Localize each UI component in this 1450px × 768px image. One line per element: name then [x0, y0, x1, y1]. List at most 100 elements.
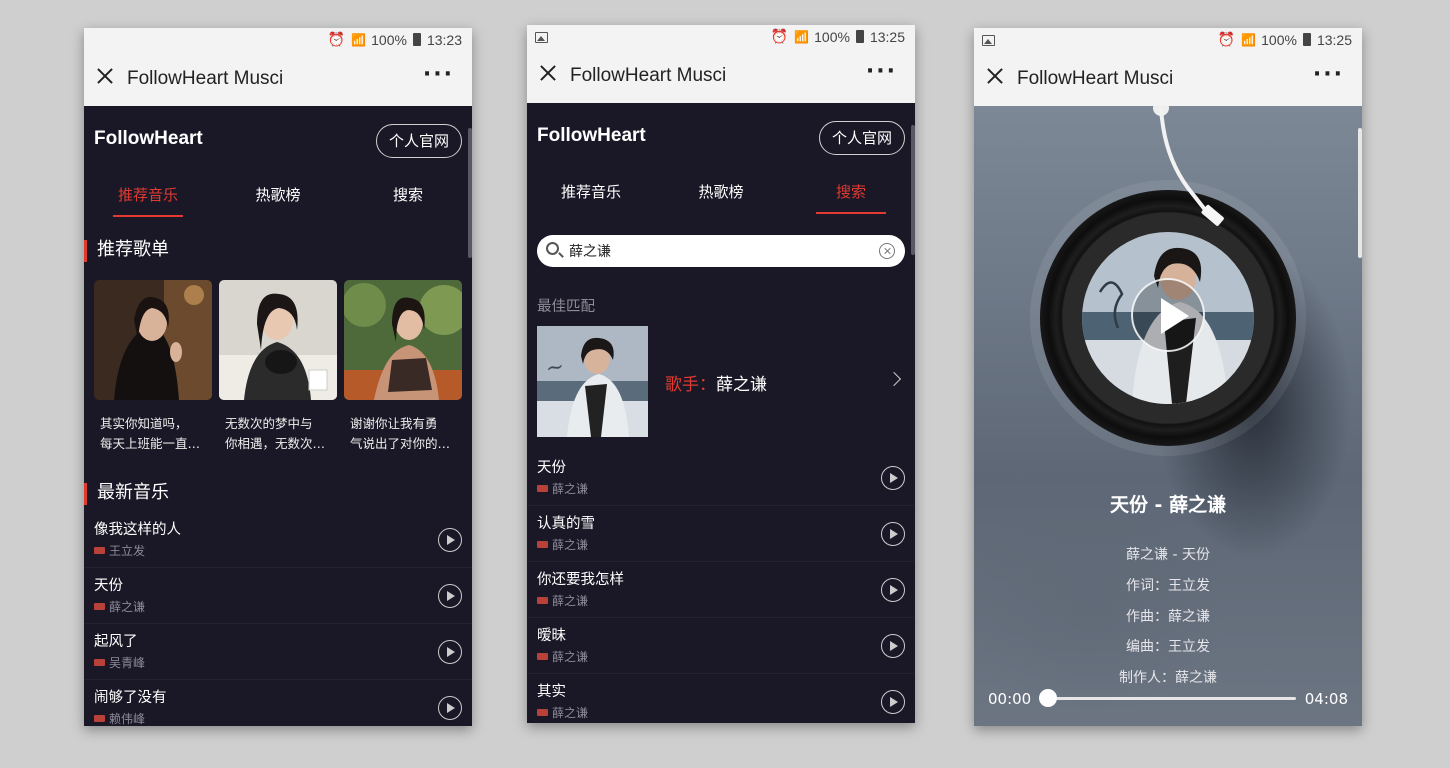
signal-icon: 📶: [794, 29, 809, 44]
play-circle-icon[interactable]: [438, 528, 462, 552]
playlist-caption-line: 气说出了对你的…: [350, 436, 451, 451]
sq-badge-icon: [537, 709, 548, 716]
playlist-caption-line: 谢谢你让我有勇: [350, 416, 438, 431]
play-circle-icon[interactable]: [881, 690, 905, 714]
song-title: 起风了: [94, 634, 138, 650]
more-menu-icon[interactable]: ···: [1313, 62, 1344, 87]
close-icon[interactable]: [537, 62, 559, 84]
best-match-prefix: 歌手：: [665, 375, 716, 395]
battery-icon: [855, 30, 864, 43]
artist-photo: ~: [537, 326, 648, 437]
playlist-card[interactable]: 其实你知道吗， 每天上班能一直…: [94, 280, 212, 454]
play-circle-icon[interactable]: [881, 466, 905, 490]
progress-knob[interactable]: [1039, 689, 1057, 707]
tab-hot-songs[interactable]: 热歌榜: [218, 184, 338, 205]
battery-icon: [412, 33, 421, 46]
play-circle-icon[interactable]: [881, 522, 905, 546]
song-title: 像我这样的人: [94, 522, 181, 538]
tab-label: 推荐音乐: [117, 186, 178, 204]
song-row[interactable]: 其实 薛之谦: [527, 674, 915, 723]
song-row[interactable]: 天份 薛之谦: [527, 450, 915, 506]
play-circle-icon[interactable]: [438, 584, 462, 608]
clock: 13:25: [869, 28, 905, 45]
active-tab-underline: [113, 215, 183, 217]
chevron-right-icon: [886, 371, 902, 387]
image-notification-icon: [535, 32, 548, 43]
song-artist: 薛之谦: [537, 536, 588, 553]
playlist-caption-line: 其实你知道吗，: [100, 416, 188, 431]
tab-search[interactable]: 搜索: [791, 181, 911, 214]
alarm-icon: ⏰: [1217, 31, 1236, 47]
song-title: 天份: [94, 578, 123, 594]
tab-label: 热歌榜: [255, 186, 301, 204]
tab-recommend[interactable]: 推荐音乐: [531, 181, 651, 202]
playlist-card[interactable]: 无数次的梦中与 你相遇，无数次…: [219, 280, 337, 454]
lyric-line: 作词：王立发: [1126, 577, 1210, 594]
window-title: FollowHeart Musci: [570, 65, 727, 86]
battery-percent: 100%: [1261, 31, 1297, 48]
more-menu-icon[interactable]: ···: [423, 62, 454, 87]
song-artist: 薛之谦: [537, 592, 588, 609]
sq-badge-icon: [537, 653, 548, 660]
more-menu-icon[interactable]: ···: [866, 59, 897, 84]
tonearm-icon: [1153, 106, 1224, 226]
play-circle-icon[interactable]: [438, 696, 462, 720]
song-row[interactable]: 你还要我怎样 薛之谦: [527, 562, 915, 618]
song-row[interactable]: 暧昧 薛之谦: [527, 618, 915, 674]
personal-site-button[interactable]: 个人官网: [819, 121, 905, 155]
sq-badge-icon: [94, 715, 105, 722]
scrollbar[interactable]: [1358, 128, 1362, 258]
song-artist: 薛之谦: [94, 598, 145, 615]
tab-bar: 推荐音乐 热歌榜 搜索: [84, 184, 472, 224]
tab-recommend[interactable]: 推荐音乐: [88, 184, 208, 217]
status-bar: ⏰ 📶 100% 13:25: [527, 25, 915, 49]
song-row[interactable]: 闹够了没有 赖伟峰: [84, 680, 472, 726]
clear-icon[interactable]: [879, 243, 895, 259]
artist-name: 吴青峰: [109, 656, 146, 670]
play-circle-icon[interactable]: [881, 634, 905, 658]
song-list: 像我这样的人 王立发 天份 薛之谦 起风了 吴青峰 闹够了没有 赖伟峰: [84, 512, 472, 726]
play-circle-icon[interactable]: [881, 578, 905, 602]
playlist-cover: [219, 280, 337, 400]
search-input[interactable]: [569, 240, 869, 262]
personal-site-button[interactable]: 个人官网: [376, 124, 462, 158]
play-button[interactable]: [1131, 278, 1205, 352]
song-row[interactable]: 起风了 吴青峰: [84, 624, 472, 680]
scrollbar[interactable]: [911, 125, 915, 255]
playlist-card[interactable]: 谢谢你让我有勇 气说出了对你的…: [344, 280, 462, 454]
tab-hot-songs[interactable]: 热歌榜: [661, 181, 781, 202]
phone-screen-player: ⏰ 📶 100% 13:25 FollowHeart Musci ··· 天份 …: [974, 28, 1362, 726]
playlist-caption: 其实你知道吗， 每天上班能一直…: [94, 414, 212, 454]
song-title: 你还要我怎样: [537, 572, 624, 588]
search-bar: [537, 235, 905, 267]
song-row[interactable]: 天份 薛之谦: [84, 568, 472, 624]
play-circle-icon[interactable]: [438, 640, 462, 664]
playlist-cover: [94, 280, 212, 400]
active-tab-underline: [816, 212, 886, 214]
section-heading-playlists: 推荐歌单: [84, 240, 169, 262]
playlist-grid: 其实你知道吗， 每天上班能一直… 无数次的梦中与 你相遇，无数次… 谢谢你让我有…: [94, 280, 462, 454]
song-artist: 赖伟峰: [94, 710, 145, 726]
best-match-artist[interactable]: ~ 歌手：薛之谦: [537, 326, 905, 438]
alarm-icon: ⏰: [327, 31, 346, 47]
tab-label: 热歌榜: [698, 183, 744, 201]
status-bar: ⏰ 📶 100% 13:25: [974, 28, 1362, 52]
progress-slider[interactable]: [1039, 689, 1296, 707]
signal-icon: 📶: [351, 32, 366, 47]
clock: 13:25: [1316, 31, 1352, 48]
brand-logo-text: FollowHeart: [94, 128, 203, 149]
battery-icon: [1302, 33, 1311, 46]
phone-screen-home: ⏰ 📶 100% 13:23 FollowHeart Musci ··· Fol…: [84, 28, 472, 726]
close-icon[interactable]: [94, 65, 116, 87]
sq-badge-icon: [537, 485, 548, 492]
window-title: FollowHeart Musci: [1017, 68, 1174, 89]
app-titlebar: FollowHeart Musci ···: [84, 52, 472, 106]
artist-name: 王立发: [109, 544, 146, 558]
scrollbar[interactable]: [468, 128, 472, 258]
image-notification-icon: [982, 35, 995, 46]
song-row[interactable]: 认真的雪 薛之谦: [527, 506, 915, 562]
tab-search[interactable]: 搜索: [348, 184, 468, 205]
close-icon[interactable]: [984, 65, 1006, 87]
artist-name: 薛之谦: [552, 482, 589, 496]
song-row[interactable]: 像我这样的人 王立发: [84, 512, 472, 568]
